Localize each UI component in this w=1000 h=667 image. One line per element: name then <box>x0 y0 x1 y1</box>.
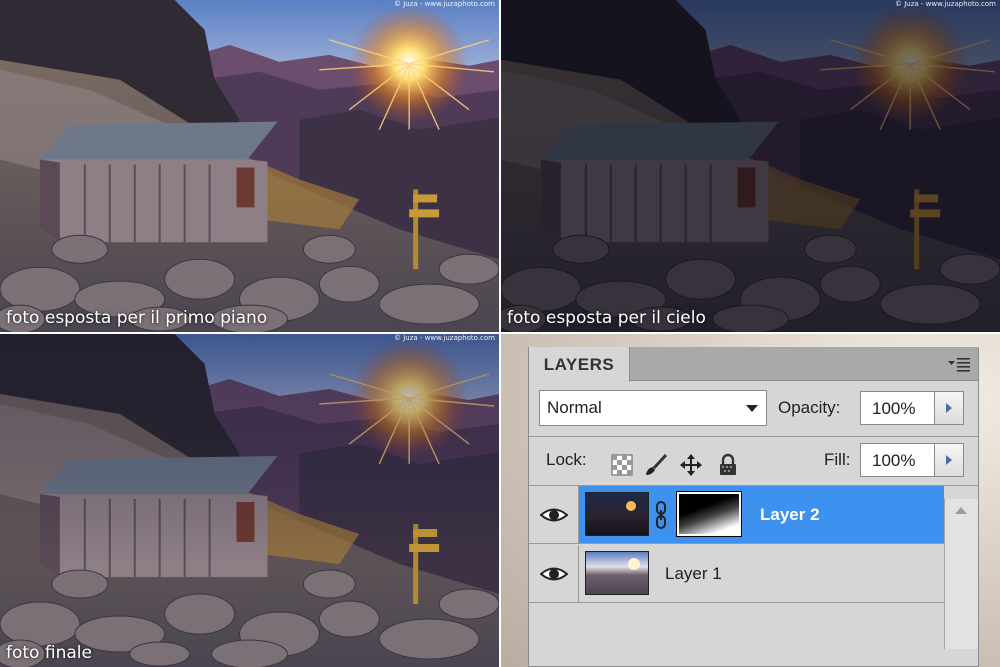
blend-mode-value: Normal <box>547 398 602 417</box>
lock-image-pixels-icon[interactable] <box>644 453 668 477</box>
layers-scrollbar[interactable] <box>944 499 978 649</box>
divider <box>529 436 978 437</box>
layer-row-layer-1[interactable]: Layer 1 <box>579 545 944 603</box>
play-arrow-icon <box>946 403 952 413</box>
photo-caption: foto finale <box>6 643 92 663</box>
layer-visibility-toggle[interactable] <box>529 486 579 544</box>
exposure-overlay <box>501 0 1000 332</box>
layer-name: Layer 1 <box>665 564 722 583</box>
panel-tab-bar: LAYERS <box>529 347 978 382</box>
exposure-overlay <box>0 334 499 667</box>
fill-stepper[interactable] <box>934 443 964 477</box>
photo-image <box>0 0 499 332</box>
fill-input[interactable]: 100% <box>860 443 935 477</box>
photo-credit: © Juza - www.juzaphoto.com <box>894 0 996 8</box>
layer-row-layer-2[interactable]: Layer 2 <box>579 486 944 544</box>
photo-caption: foto esposta per il primo piano <box>6 308 268 328</box>
chevron-down-icon <box>746 405 758 412</box>
photo-credit: © Juza - www.juzaphoto.com <box>393 334 495 342</box>
opacity-input[interactable]: 100% <box>860 391 935 425</box>
eye-icon <box>539 567 568 580</box>
opacity-label: Opacity: <box>778 398 841 417</box>
opacity-stepper[interactable] <box>934 391 964 425</box>
play-arrow-icon <box>946 455 952 465</box>
lock-position-icon[interactable] <box>679 453 703 477</box>
lock-all-icon[interactable] <box>716 453 740 477</box>
scroll-up-icon[interactable] <box>955 507 967 514</box>
panel-menu-icon[interactable] <box>948 356 970 372</box>
tab-layers[interactable]: LAYERS <box>529 347 630 382</box>
chain-link-icon[interactable] <box>655 501 667 529</box>
photo-foreground-exposure: © Juza - www.juzaphoto.com foto esposta … <box>0 0 499 332</box>
photo-sky-exposure: © Juza - www.juzaphoto.com foto esposta … <box>501 0 1000 332</box>
layer-mask-thumbnail[interactable] <box>676 491 742 537</box>
layer-thumbnail <box>585 492 649 536</box>
layers-panel: LAYERS Normal Opacity: 100% Lock: Fill: … <box>528 347 979 667</box>
fill-label: Fill: <box>824 450 851 469</box>
layer-thumbnail <box>585 551 649 595</box>
blend-mode-select[interactable]: Normal <box>539 390 767 426</box>
layer-name: Layer 2 <box>760 505 820 524</box>
lock-label: Lock: <box>546 450 587 469</box>
eye-icon <box>539 508 568 521</box>
photo-caption: foto esposta per il cielo <box>507 308 706 328</box>
photo-final: © Juza - www.juzaphoto.com foto finale <box>0 334 499 667</box>
layers-panel-screenshot: LAYERS Normal Opacity: 100% Lock: Fill: … <box>501 334 1000 667</box>
lock-transparent-pixels-icon[interactable] <box>610 453 634 477</box>
layer-visibility-toggle[interactable] <box>529 545 579 603</box>
photo-credit: © Juza - www.juzaphoto.com <box>393 0 495 8</box>
